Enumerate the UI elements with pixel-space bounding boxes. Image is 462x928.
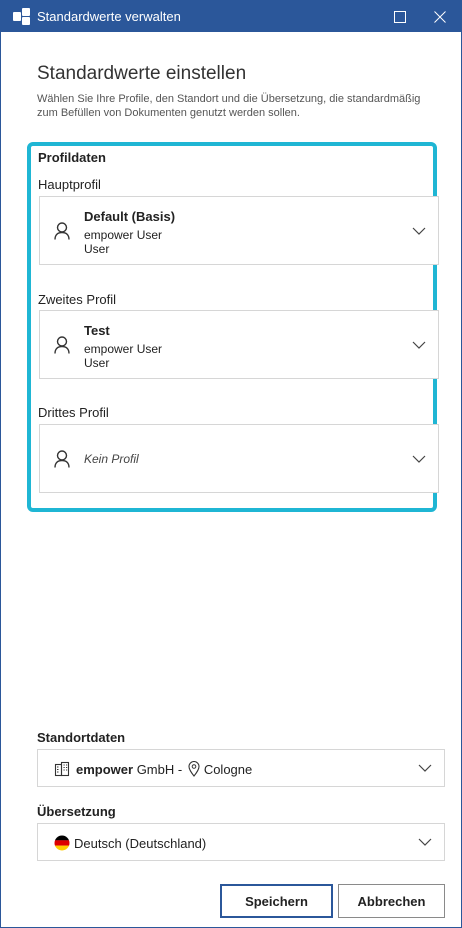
page-title: Standardwerte einstellen bbox=[37, 63, 247, 84]
profile-data-section: Profildaten Hauptprofil Default (Basis) … bbox=[27, 142, 439, 512]
main-profile-name: Default (Basis) bbox=[84, 209, 176, 224]
company-name: empower bbox=[76, 761, 134, 777]
chevron-down-icon bbox=[418, 764, 432, 772]
translation-value-wrap: Deutsch (Deutschland) bbox=[54, 835, 206, 851]
profile-section-title: Profildaten bbox=[38, 150, 106, 165]
third-profile-empty: Kein Profil bbox=[84, 452, 139, 466]
person-icon bbox=[54, 335, 70, 354]
translation-value: Deutsch (Deutschland) bbox=[74, 835, 207, 851]
cancel-button[interactable]: Abbrechen bbox=[338, 884, 445, 918]
main-profile-line2: empower User bbox=[84, 228, 163, 242]
company-suffix: GmbH - bbox=[133, 761, 186, 777]
third-profile-label: Drittes Profil bbox=[38, 405, 109, 420]
second-profile-line3: User bbox=[84, 356, 110, 370]
second-profile-name: Test bbox=[84, 323, 110, 338]
location-dropdown[interactable]: empower GmbH - Cologne bbox=[37, 749, 445, 787]
second-profile-dropdown[interactable]: Test empower User User bbox=[39, 310, 439, 379]
chevron-down-icon bbox=[412, 227, 426, 235]
main-profile-line3: User bbox=[84, 242, 110, 256]
description-text: Wählen Sie Ihre Profile, den Standort un… bbox=[37, 93, 421, 119]
person-icon bbox=[54, 221, 70, 240]
main-profile-label: Hauptprofil bbox=[38, 177, 101, 192]
location-pin-icon bbox=[188, 761, 200, 777]
save-button[interactable]: Speichern bbox=[220, 884, 333, 918]
translation-dropdown[interactable]: Deutsch (Deutschland) bbox=[37, 823, 445, 861]
dialog-window: Standardwerte verwalten Standardwerte ei… bbox=[0, 0, 462, 928]
location-value: empower GmbH - Cologne bbox=[54, 761, 252, 777]
chevron-down-icon bbox=[412, 341, 426, 349]
person-icon bbox=[54, 449, 70, 468]
close-icon bbox=[434, 10, 446, 23]
close-button[interactable] bbox=[421, 1, 459, 32]
building-icon bbox=[54, 761, 70, 777]
main-profile-dropdown[interactable]: Default (Basis) empower User User bbox=[39, 196, 439, 265]
german-flag-icon bbox=[54, 835, 70, 851]
translation-label: Übersetzung bbox=[37, 804, 116, 819]
location-label: Standortdaten bbox=[37, 730, 126, 745]
chevron-down-icon bbox=[412, 455, 426, 463]
third-profile-dropdown[interactable]: Kein Profil bbox=[39, 424, 439, 493]
app-icon bbox=[13, 7, 31, 26]
window-title: Standardwerte verwalten bbox=[37, 9, 181, 24]
second-profile-label: Zweites Profil bbox=[38, 292, 117, 307]
maximize-button[interactable] bbox=[381, 1, 419, 32]
second-profile-line2: empower User bbox=[84, 342, 163, 356]
city-name: Cologne bbox=[203, 761, 253, 777]
title-bar: Standardwerte verwalten bbox=[1, 1, 461, 32]
chevron-down-icon bbox=[418, 838, 432, 846]
maximize-icon bbox=[394, 10, 406, 23]
